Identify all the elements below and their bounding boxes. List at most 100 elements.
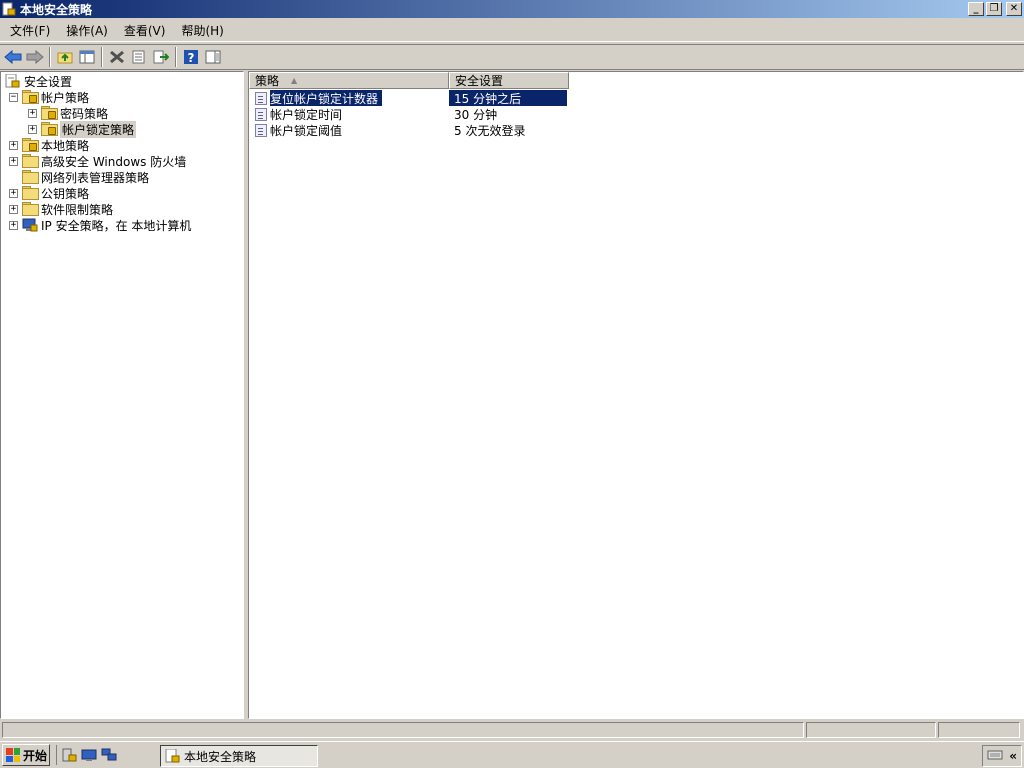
keyboard-icon[interactable] [987, 749, 1003, 764]
close-button[interactable]: ✕ [1006, 2, 1022, 16]
taskbar-item-label: 本地安全策略 [184, 749, 257, 764]
expand-toggle[interactable]: + [9, 140, 18, 150]
back-icon [4, 50, 22, 64]
collapse-toggle[interactable]: − [9, 92, 18, 102]
folder-icon [22, 202, 38, 216]
expand-toggle[interactable]: + [9, 204, 18, 214]
windows-logo-icon [6, 748, 20, 762]
network-icon[interactable] [101, 748, 117, 762]
tree-label: 网络列表管理器策略 [41, 170, 150, 185]
menu-bar: 文件(F) 操作(A) 查看(V) 帮助(H) [0, 20, 1024, 42]
status-pane-3 [938, 722, 1020, 738]
back-button[interactable] [2, 46, 24, 68]
console-tree[interactable]: 安全设置 − 帐户策略 + 密码策略 + 帐户锁定策略 + 本地策略 + 高级安… [0, 71, 244, 719]
list-row-reset-counter[interactable]: 复位帐户锁定计数器 15 分钟之后 [251, 90, 1024, 106]
tree-label: 帐户策略 [41, 90, 90, 105]
quick-launch [56, 745, 117, 765]
export-list-icon [153, 50, 169, 64]
taskbar-item-local-security-policy[interactable]: 本地安全策略 [160, 745, 318, 767]
tree-item-ip-security[interactable]: + IP 安全策略，在 本地计算机 [9, 217, 191, 233]
expand-toggle[interactable]: + [9, 156, 18, 166]
properties-button[interactable] [128, 46, 150, 68]
system-tray: « [982, 745, 1022, 767]
export-list-button[interactable] [150, 46, 172, 68]
expand-toggle[interactable]: + [9, 188, 18, 198]
show-hide-tree-icon [79, 50, 95, 64]
up-folder-icon [57, 52, 73, 64]
status-pane-main [2, 722, 804, 738]
help-button[interactable]: ? [180, 46, 202, 68]
forward-button[interactable] [24, 46, 46, 68]
folder-icon [22, 186, 38, 200]
sort-ascending-icon: ▲ [291, 76, 298, 85]
start-label: 开始 [23, 748, 48, 763]
tree-item-software-restriction[interactable]: + 软件限制策略 [9, 201, 113, 217]
toolbar-separator [101, 47, 103, 67]
policy-name: 帐户锁定阈值 [270, 123, 343, 138]
menu-help[interactable]: 帮助(H) [175, 22, 229, 39]
tree-item-firewall[interactable]: + 高级安全 Windows 防火墙 [9, 153, 186, 169]
tree-item-account-policy[interactable]: − 帐户策略 [9, 89, 89, 105]
policy-setting: 5 次无效登录 [454, 123, 526, 138]
tree-label: 公钥策略 [41, 186, 90, 201]
tree-label: 高级安全 Windows 防火墙 [41, 154, 187, 169]
column-header-label: 策略 [255, 74, 280, 88]
up-folder-button[interactable] [54, 46, 76, 68]
tray-expand-button[interactable]: « [1009, 749, 1017, 763]
show-hide-action-pane-button[interactable] [202, 46, 224, 68]
tree-item-account-lockout-policy[interactable]: + 帐户锁定策略 [28, 120, 137, 138]
folder-lock-icon [41, 106, 57, 120]
expand-toggle[interactable]: + [28, 108, 37, 118]
policy-icon [255, 123, 267, 137]
policy-name: 复位帐户锁定计数器 [270, 90, 383, 106]
start-button[interactable]: 开始 [2, 744, 50, 766]
tree-item-local-policy[interactable]: + 本地策略 [9, 137, 89, 153]
column-header-setting[interactable]: 安全设置 [449, 72, 569, 89]
folder-lock-icon [22, 138, 38, 152]
toolbar-separator [49, 47, 51, 67]
delete-icon [110, 50, 124, 64]
local-security-policy-icon [165, 748, 181, 763]
minimize-button[interactable]: _ [968, 2, 984, 16]
toolbar-separator [175, 47, 177, 67]
status-pane-2 [806, 722, 936, 738]
folder-lock-icon [41, 122, 57, 136]
expand-toggle[interactable]: + [9, 220, 18, 230]
policy-icon [255, 91, 267, 105]
tree-item-security-settings[interactable]: 安全设置 [5, 73, 72, 89]
tree-label: IP 安全策略，在 本地计算机 [41, 218, 192, 233]
expand-toggle[interactable]: + [28, 124, 37, 134]
delete-button[interactable] [106, 46, 128, 68]
show-desktop-icon[interactable] [81, 748, 97, 762]
window-controls: _ ❐ ✕ [968, 2, 1022, 16]
show-hide-tree-button[interactable] [76, 46, 98, 68]
status-bar [0, 720, 1024, 740]
minimize-icon: _ [973, 3, 979, 14]
tree-item-password-policy[interactable]: + 密码策略 [28, 105, 108, 121]
folder-lock-icon [22, 90, 38, 104]
column-header-policy[interactable]: 策略 ▲ [249, 72, 449, 89]
tree-label: 本地策略 [41, 138, 90, 153]
policy-setting: 15 分钟之后 [449, 90, 567, 106]
list-row-lockout-duration[interactable]: 帐户锁定时间 30 分钟 [251, 106, 1024, 122]
server-manager-icon[interactable] [61, 748, 77, 762]
tree-item-public-key[interactable]: + 公钥策略 [9, 185, 89, 201]
title-bar[interactable]: 本地安全策略 _ ❐ ✕ [0, 0, 1024, 18]
restore-button[interactable]: ❐ [986, 2, 1002, 16]
help-icon: ? [184, 50, 198, 65]
security-settings-icon [5, 73, 21, 88]
properties-icon [132, 50, 145, 64]
menu-file[interactable]: 文件(F) [4, 22, 56, 39]
show-hide-action-pane-icon [205, 50, 221, 64]
menu-action[interactable]: 操作(A) [60, 22, 114, 39]
folder-icon [22, 170, 38, 184]
forward-icon [26, 50, 44, 64]
menu-view[interactable]: 查看(V) [118, 22, 172, 39]
policy-list[interactable]: 策略 ▲ 安全设置 复位帐户锁定计数器 15 分钟之后 帐户锁定时间 30 分钟… [248, 71, 1024, 719]
list-row-lockout-threshold[interactable]: 帐户锁定阈值 5 次无效登录 [251, 122, 1024, 138]
tree-item-network-list[interactable]: 网络列表管理器策略 [9, 169, 149, 185]
tree-label: 安全设置 [24, 74, 73, 89]
folder-icon [22, 154, 38, 168]
policy-name: 帐户锁定时间 [270, 107, 343, 122]
tree-label: 帐户锁定策略 [60, 120, 137, 138]
